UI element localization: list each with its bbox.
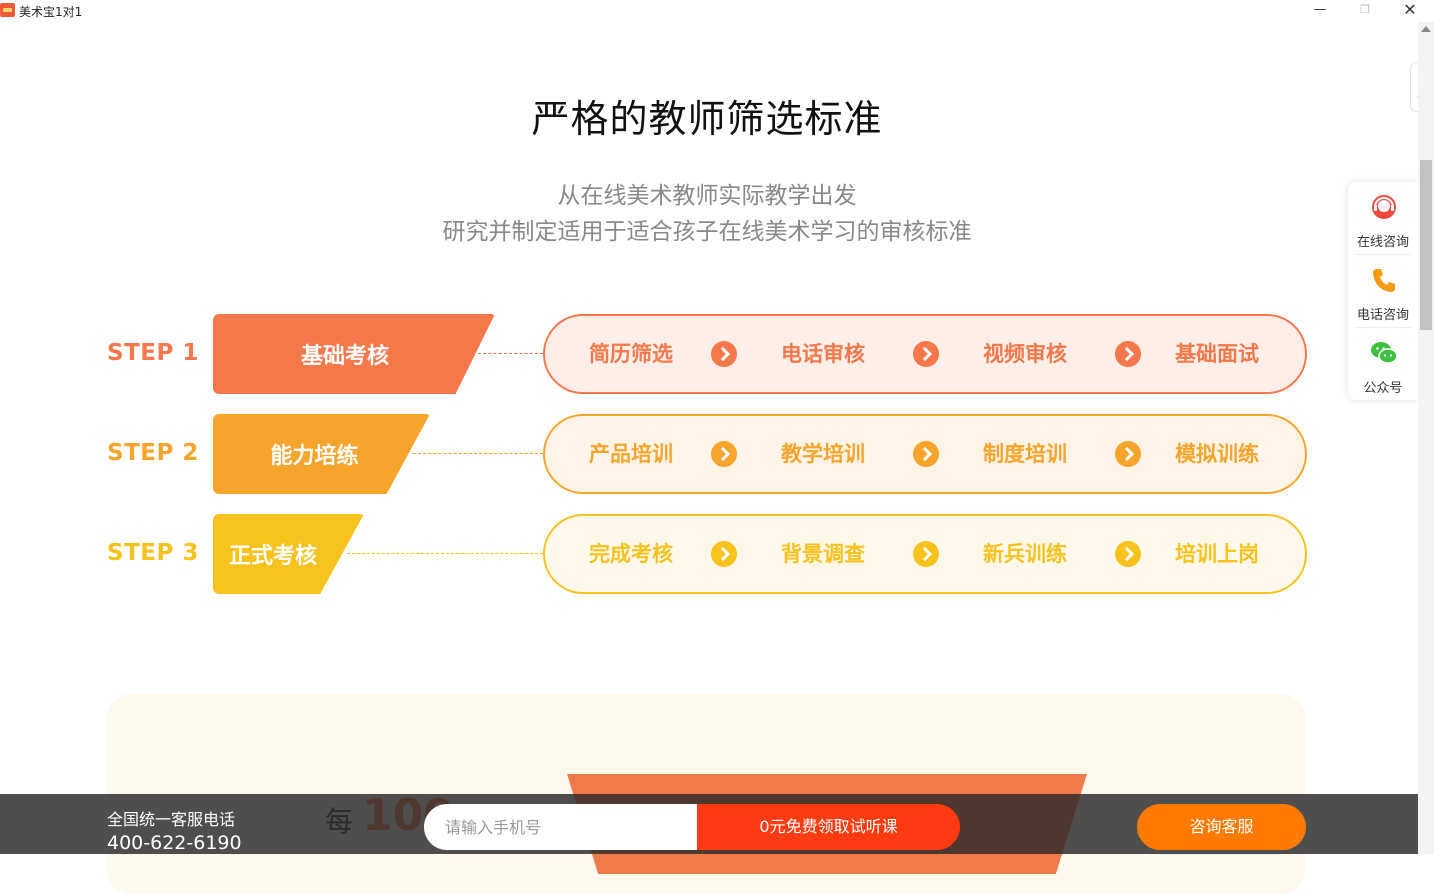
step-label: STEP 3 [107,540,199,566]
step-item: 视频审核 [983,342,1067,366]
scroll-thumb[interactable] [1420,160,1432,330]
service-panel: 在线咨询 电话咨询 公众号 [1348,182,1418,400]
window-titlebar: 美术宝1对1 — ❐ ✕ [0,0,1434,22]
hotline-number: 400-622-6190 [107,832,242,854]
step-item: 制度培训 [983,442,1067,466]
chevron-right-icon [913,341,939,367]
step-tag: 能力培练 [213,414,430,494]
headset-icon [1372,195,1396,219]
connector-line [347,553,543,554]
chevron-right-icon [711,441,737,467]
connector-line [478,353,543,354]
step-item: 完成考核 [589,542,673,566]
step-label: STEP 2 [107,440,199,466]
chevron-right-icon [1115,341,1141,367]
step-item: 电话审核 [781,342,865,366]
free-trial-button[interactable]: 0元免费领取试听课 [697,804,960,850]
step-pill: 完成考核 背景调查 新兵训练 培训上岗 [543,514,1307,594]
step-pill: 产品培训 教学培训 制度培训 模拟训练 [543,414,1307,494]
chevron-right-icon [913,441,939,467]
page-title: 严格的教师筛选标准 [531,97,883,141]
online-consult-button[interactable]: 在线咨询 [1348,182,1418,254]
step-tag-label: 能力培练 [270,444,359,469]
subtitle-line-1: 从在线美术教师实际教学出发 [557,183,857,209]
step-tag: 正式考核 [213,514,364,594]
phone-number-input[interactable] [424,804,714,850]
wechat-account-button[interactable]: 公众号 [1348,328,1418,400]
chevron-right-icon [711,341,737,367]
step-item: 简历筛选 [589,342,673,366]
scroll-up-arrow-icon[interactable] [1421,26,1431,32]
chevron-right-icon [711,541,737,567]
step-item: 模拟训练 [1175,442,1259,466]
step-label: STEP 1 [107,340,199,366]
subtitle-line-2: 研究并制定适用于适合孩子在线美术学习的审核标准 [442,219,972,245]
step-tag: 基础考核 [213,314,495,394]
step-item: 新兵训练 [983,542,1067,566]
connector-line [413,453,543,454]
hotline-label: 全国统一客服电话 [107,810,236,829]
step-tag-label: 基础考核 [300,344,389,369]
chevron-right-icon [913,541,939,567]
phone-consult-button[interactable]: 电话咨询 [1348,255,1418,327]
chevron-right-icon [1115,541,1141,567]
phone-icon [1373,269,1395,292]
step-item: 教学培训 [781,442,865,466]
online-consult-label: 在线咨询 [1356,235,1409,250]
window-title: 美术宝1对1 [19,5,83,19]
close-button[interactable]: ✕ [1388,0,1432,22]
phone-consult-label: 电话咨询 [1356,308,1409,323]
wechat-icon [1371,342,1398,364]
step-item: 基础面试 [1175,342,1259,366]
vertical-scrollbar[interactable] [1418,22,1434,854]
step-item: 产品培训 [589,442,673,466]
maximize-button[interactable]: ❐ [1343,0,1387,22]
chevron-right-icon [1115,441,1141,467]
step-item: 培训上岗 [1175,542,1259,566]
app-logo-icon [0,3,15,17]
consult-service-button[interactable]: 咨询客服 [1137,804,1306,850]
wechat-account-label: 公众号 [1363,381,1403,396]
minimize-button[interactable]: — [1298,0,1342,22]
step-item: 背景调查 [781,542,865,566]
step-pill: 简历筛选 电话审核 视频审核 基础面试 [543,314,1307,394]
step-tag-label: 正式考核 [229,544,318,569]
